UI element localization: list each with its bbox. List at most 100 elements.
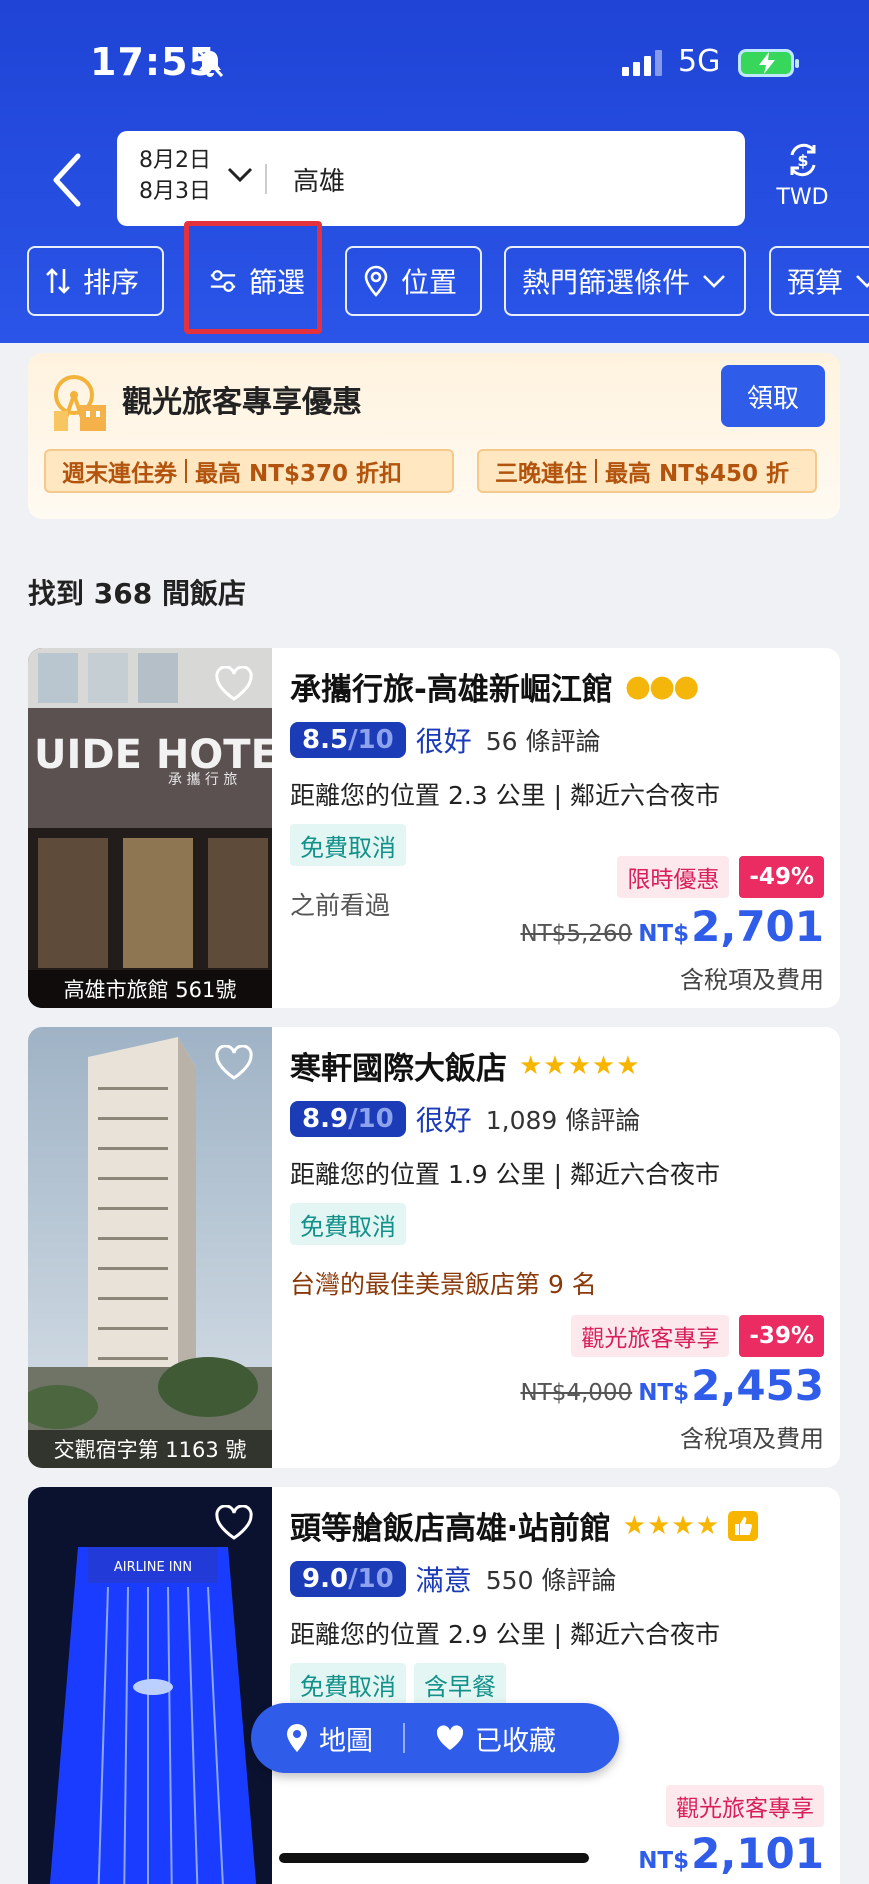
search-bar[interactable]: 8月2日 8月3日 高雄 [117, 131, 745, 226]
heart-icon[interactable] [214, 666, 254, 702]
coupon-name: 三晚連住 [495, 461, 587, 487]
distance-text: 距離您的位置 2.3 公里 | 鄰近六合夜市 [290, 781, 720, 810]
map-label: 地圖 [319, 1725, 373, 1757]
thumbs-up-badge-icon [728, 1510, 759, 1541]
hotel-sign: AIRLINE INN [114, 1560, 192, 1575]
price-row: NT$4,000 NT$ 2,453 [520, 1361, 824, 1410]
review-count: 56 條評論 [485, 727, 601, 756]
divider [265, 164, 267, 194]
location-pin-icon [287, 1724, 307, 1752]
hotel-card[interactable]: 交觀宿字第 1163 號 寒軒國際大飯店 ★★★★★ 8.9/10 很好 1,089 … [28, 1027, 840, 1468]
deal-badges: 觀光旅客專享 [666, 1785, 824, 1827]
chevron-down-icon [227, 167, 253, 183]
currency-label: TWD [776, 185, 829, 210]
ferris-wheel-icon [54, 375, 106, 431]
discount-badge: -49% [739, 856, 824, 898]
coupon-desc: 最高 NT$450 折 [605, 461, 789, 487]
hotel-card[interactable]: AIRLINE INN 頭等艙飯店高雄‧站前館 ★★★★ 9.0/10 滿意 550 … [28, 1487, 840, 1884]
discount-badge: -39% [739, 1315, 824, 1357]
distance-text: 距離您的位置 1.9 公里 | 鄰近六合夜市 [290, 1160, 720, 1189]
rating-row: 8.5/10 很好 56 條評論 [290, 720, 601, 760]
original-price: NT$5,260 [520, 921, 633, 947]
score-badge: 8.5/10 [290, 722, 406, 758]
star-rating: ★★★★★ [519, 1050, 641, 1081]
mute-bell-icon [197, 49, 224, 78]
price: 2,701 [691, 902, 824, 951]
rating-dots: ●●● [624, 669, 700, 704]
sort-label: 排序 [83, 266, 140, 299]
review-count: 550 條評論 [485, 1566, 617, 1595]
sort-chip[interactable]: 排序 [27, 246, 164, 316]
hotel-name[interactable]: 頭等艙飯店高雄‧站前館 ★★★★ [290, 1503, 759, 1548]
score-badge: 8.9/10 [290, 1101, 406, 1137]
price: 2,453 [691, 1361, 824, 1410]
hotel-photo[interactable]: AIRLINE INN [28, 1487, 272, 1884]
battery-icon [738, 49, 799, 77]
currency-button[interactable]: $ TWD [775, 141, 830, 210]
signal-icon [622, 50, 662, 76]
free-cancel-tag: 免費取消 [290, 824, 406, 866]
price-row: NT$ 2,101 [638, 1829, 824, 1878]
review-count: 1,089 條評論 [485, 1106, 641, 1135]
coupon-name: 週末連住券 [62, 461, 177, 487]
hotel-name[interactable]: 寒軒國際大飯店 ★★★★★ [290, 1043, 641, 1088]
hotel-name[interactable]: 承攜行旅-高雄新崛江館 ●●● [290, 664, 700, 709]
svg-text:$: $ [797, 151, 808, 170]
license-caption: 交觀宿字第 1163 號 [28, 1430, 272, 1468]
price-row: NT$5,260 NT$ 2,701 [520, 902, 824, 951]
promo-badge: 觀光旅客專享 [571, 1315, 730, 1357]
rating-word: 很好 [415, 1104, 472, 1137]
divider [403, 1723, 405, 1753]
location-label: 位置 [401, 266, 458, 299]
score-badge: 9.0/10 [290, 1561, 406, 1597]
hotel-card[interactable]: UIDE HOTEL 承 攜 行 旅 高雄市旅館 561號 承攜行旅-高雄新崛江… [28, 648, 840, 1008]
location-pin-icon [364, 265, 388, 297]
destination-text[interactable]: 高雄 [293, 161, 345, 198]
claim-button[interactable]: 領取 [721, 365, 825, 427]
popular-filters-label: 熱門篩選條件 [522, 266, 691, 299]
chevron-down-icon [703, 275, 725, 288]
tax-note: 含稅項及費用 [680, 966, 824, 994]
promo-title: 觀光旅客專享優惠 [122, 385, 362, 420]
hotel-photo[interactable]: UIDE HOTEL 承 攜 行 旅 [28, 648, 272, 1008]
highlight-box [184, 221, 322, 334]
saved-label: 已收藏 [475, 1725, 556, 1757]
popular-filters-chip[interactable]: 熱門篩選條件 [504, 246, 746, 316]
rating-word: 滿意 [415, 1564, 472, 1597]
home-indicator [279, 1853, 589, 1863]
results-count: 找到 368 間飯店 [28, 577, 246, 610]
header: 17:55 5G 8月2日 8月3日 高雄 $ TWD 排序 篩選 位置 熱門篩… [0, 0, 869, 343]
heart-icon[interactable] [214, 1505, 254, 1541]
viewed-note: 之前看過 [290, 891, 391, 920]
chevron-down-icon [856, 275, 869, 288]
free-cancel-tag: 免費取消 [290, 1203, 406, 1245]
breakfast-tag: 含早餐 [414, 1663, 506, 1705]
map-button[interactable]: 地圖 [285, 1719, 373, 1758]
date-range[interactable]: 8月2日 8月3日 [139, 145, 211, 207]
budget-chip[interactable]: 預算 [769, 246, 869, 316]
checkin-date: 8月2日 [139, 148, 211, 173]
coupon-three-nights[interactable]: 三晚連住 最高 NT$450 折 [477, 449, 817, 493]
location-chip[interactable]: 位置 [345, 246, 482, 316]
free-cancel-tag: 免費取消 [290, 1663, 406, 1705]
rating-word: 很好 [415, 725, 472, 758]
original-price: NT$4,000 [520, 1380, 633, 1406]
saved-button[interactable]: 已收藏 [435, 1719, 556, 1758]
back-arrow-icon[interactable] [48, 150, 88, 210]
network-label: 5G [678, 44, 721, 79]
price: 2,101 [691, 1829, 824, 1878]
star-rating: ★★★★ [622, 1510, 721, 1541]
budget-label: 預算 [787, 266, 844, 299]
deal-badges: 觀光旅客專享 -39% [571, 1315, 824, 1357]
coupon-weekend[interactable]: 週末連住券 最高 NT$370 折扣 [44, 449, 454, 493]
coupon-desc: 最高 NT$370 折扣 [195, 461, 402, 487]
promo-badge: 限時優惠 [617, 856, 730, 898]
deal-badges: 限時優惠 -49% [617, 856, 824, 898]
hotel-photo[interactable] [28, 1027, 272, 1468]
license-caption: 高雄市旅館 561號 [28, 970, 272, 1008]
distance-text: 距離您的位置 2.9 公里 | 鄰近六合夜市 [290, 1620, 720, 1649]
promo-badge: 觀光旅客專享 [666, 1785, 824, 1827]
promo-banner: 觀光旅客專享優惠 領取 週末連住券 最高 NT$370 折扣 三晚連住 最高 NT$… [28, 353, 840, 519]
heart-icon[interactable] [214, 1045, 254, 1081]
checkout-date: 8月3日 [139, 179, 211, 204]
